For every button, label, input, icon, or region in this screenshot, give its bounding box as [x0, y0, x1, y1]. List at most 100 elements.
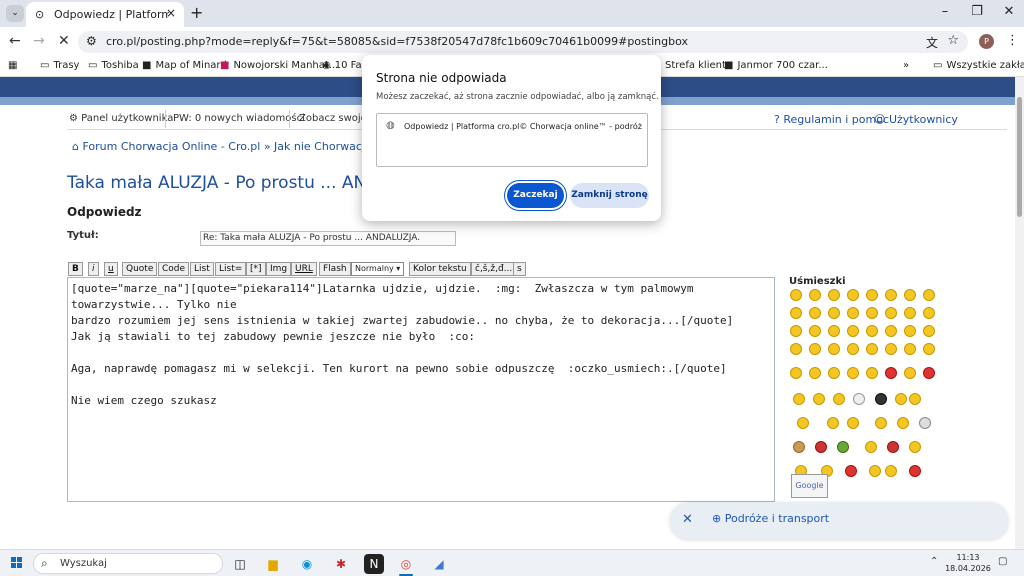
devil-smiley-icon[interactable] [923, 367, 935, 379]
strike-button[interactable]: s [513, 262, 526, 276]
smiley-icon[interactable] [909, 465, 921, 477]
app-icon[interactable]: ✱ [331, 554, 351, 574]
smiley-icon[interactable] [790, 289, 802, 301]
special-chars-button[interactable]: č,š,ž,đ... [471, 262, 517, 276]
smiley-icon[interactable] [885, 325, 897, 337]
sign-smiley-icon[interactable] [919, 417, 931, 429]
underline-button[interactable]: u [104, 262, 118, 276]
more-bookmarks-icon[interactable]: » [903, 60, 909, 71]
notifications-icon[interactable]: ▢ [998, 556, 1007, 567]
smiley-icon[interactable] [923, 289, 935, 301]
bookmark-toshiba[interactable]: ▭ Toshiba [88, 60, 139, 71]
smiley-icon[interactable] [809, 343, 821, 355]
list-button[interactable]: List [190, 262, 214, 276]
subject-input[interactable]: Re: Taka mała ALUZJA - Po prostu ... AND… [200, 231, 456, 246]
message-textarea[interactable]: [quote="marze_na"][quote="piekara114"]La… [67, 277, 775, 502]
smiley-icon[interactable] [847, 307, 859, 319]
smiley-icon[interactable] [869, 465, 881, 477]
notion-icon[interactable]: N [364, 554, 384, 574]
suggestion-label[interactable]: ⊕ Podróże i transport [712, 512, 829, 525]
smiley-icon[interactable] [866, 367, 878, 379]
browser-menu-icon[interactable]: ⋮ [1006, 33, 1019, 48]
smiley-icon[interactable] [885, 465, 897, 477]
smiley-icon[interactable] [790, 367, 802, 379]
smiley-icon[interactable] [790, 307, 802, 319]
system-clock[interactable]: 11:13 18.04.2026 [942, 552, 994, 574]
list-item-button[interactable]: [*] [246, 262, 266, 276]
smiley-icon[interactable] [828, 367, 840, 379]
file-explorer-icon[interactable]: ▆ [263, 554, 283, 574]
user-panel-link[interactable]: ⚙ Panel użytkownika [69, 113, 173, 124]
smiley-icon[interactable] [828, 289, 840, 301]
new-tab-icon[interactable]: + [190, 3, 203, 22]
edge-icon[interactable]: ◉ [297, 554, 317, 574]
task-view-icon[interactable]: ◫ [230, 554, 250, 574]
close-icon[interactable]: ✕ [682, 512, 693, 527]
smiley-icon[interactable] [847, 289, 859, 301]
bookmark-trasy[interactable]: ▭ Trasy [40, 60, 79, 71]
smiley-icon[interactable] [865, 441, 877, 453]
bookmark-nowojorski[interactable]: ■ Nowojorski Manhat... [220, 60, 338, 71]
speech-bubble-icon[interactable] [853, 393, 865, 405]
stop-loading-icon[interactable]: ✕ [58, 33, 70, 49]
app-icon[interactable]: ◢ [429, 554, 449, 574]
start-button[interactable] [11, 557, 23, 569]
smiley-icon[interactable] [866, 307, 878, 319]
witch-smiley-icon[interactable] [875, 393, 887, 405]
taskbar-search[interactable]: ⌕ Wyszukaj [33, 553, 223, 574]
translate-icon[interactable]: 文 [926, 34, 938, 51]
tray-overflow-icon[interactable]: ⌃ [930, 556, 938, 567]
smiley-icon[interactable] [809, 325, 821, 337]
smiley-icon[interactable] [904, 325, 916, 337]
topic-title[interactable]: Taka mała ALUZJA - Po prostu ... AND [67, 173, 379, 193]
close-tab-icon[interactable]: × [166, 6, 176, 20]
smiley-icon[interactable] [828, 307, 840, 319]
wait-button[interactable]: Zaczekaj [507, 183, 564, 208]
smiley-icon[interactable] [815, 441, 827, 453]
devil-smiley-icon[interactable] [885, 367, 897, 379]
smiley-icon[interactable] [847, 343, 859, 355]
back-icon[interactable]: ← [9, 33, 21, 49]
smiley-icon[interactable] [837, 441, 849, 453]
italic-button[interactable]: i [88, 262, 99, 276]
smiley-icon[interactable] [909, 441, 921, 453]
smiley-icon[interactable] [828, 325, 840, 337]
smiley-icon[interactable] [833, 393, 845, 405]
address-bar[interactable]: ⚙ cro.pl/posting.php?mode=reply&f=75&t=5… [78, 31, 968, 53]
google-badge[interactable]: Google [791, 474, 828, 498]
page-scrollbar[interactable] [1015, 77, 1024, 549]
restore-icon[interactable]: ❐ [962, 4, 992, 19]
code-button[interactable]: Code [158, 262, 190, 276]
smiley-icon[interactable] [845, 465, 857, 477]
users-link[interactable]: ☺ Użytkownicy [874, 113, 958, 126]
smiley-icon[interactable] [904, 289, 916, 301]
rules-help-link[interactable]: ? Regulamin i pomoc [774, 113, 889, 126]
forward-icon[interactable]: → [33, 33, 45, 49]
smiley-icon[interactable] [847, 325, 859, 337]
smiley-icon[interactable] [923, 343, 935, 355]
smiley-icon[interactable] [904, 367, 916, 379]
bookmark-strefa-klienta[interactable]: Strefa klienta [665, 60, 732, 71]
bookmark-star-icon[interactable]: ☆ [947, 33, 959, 48]
smiley-icon[interactable] [793, 393, 805, 405]
private-messages-link[interactable]: PW: 0 nowych wiadomości [173, 113, 305, 124]
smiley-icon[interactable] [866, 325, 878, 337]
minimize-icon[interactable]: – [930, 4, 960, 19]
smiley-icon[interactable] [790, 343, 802, 355]
smiley-icon[interactable] [895, 393, 907, 405]
smiley-icon[interactable] [828, 343, 840, 355]
smiley-icon[interactable] [809, 307, 821, 319]
smiley-icon[interactable] [809, 289, 821, 301]
scrollbar-thumb[interactable] [1017, 97, 1022, 217]
smiley-icon[interactable] [875, 417, 887, 429]
bookmark-janmor[interactable]: ■ Janmor 700 czar... [724, 60, 828, 71]
smiley-icon[interactable] [866, 343, 878, 355]
smiley-icon[interactable] [885, 289, 897, 301]
chrome-icon[interactable]: ◎ [396, 554, 416, 574]
smiley-icon[interactable] [904, 343, 916, 355]
bookmark-map-of-minard[interactable]: ■ Map of Minard [142, 60, 227, 71]
smiley-icon[interactable] [813, 393, 825, 405]
smiley-icon[interactable] [847, 417, 859, 429]
smiley-icon[interactable] [904, 307, 916, 319]
smiley-icon[interactable] [793, 441, 805, 453]
